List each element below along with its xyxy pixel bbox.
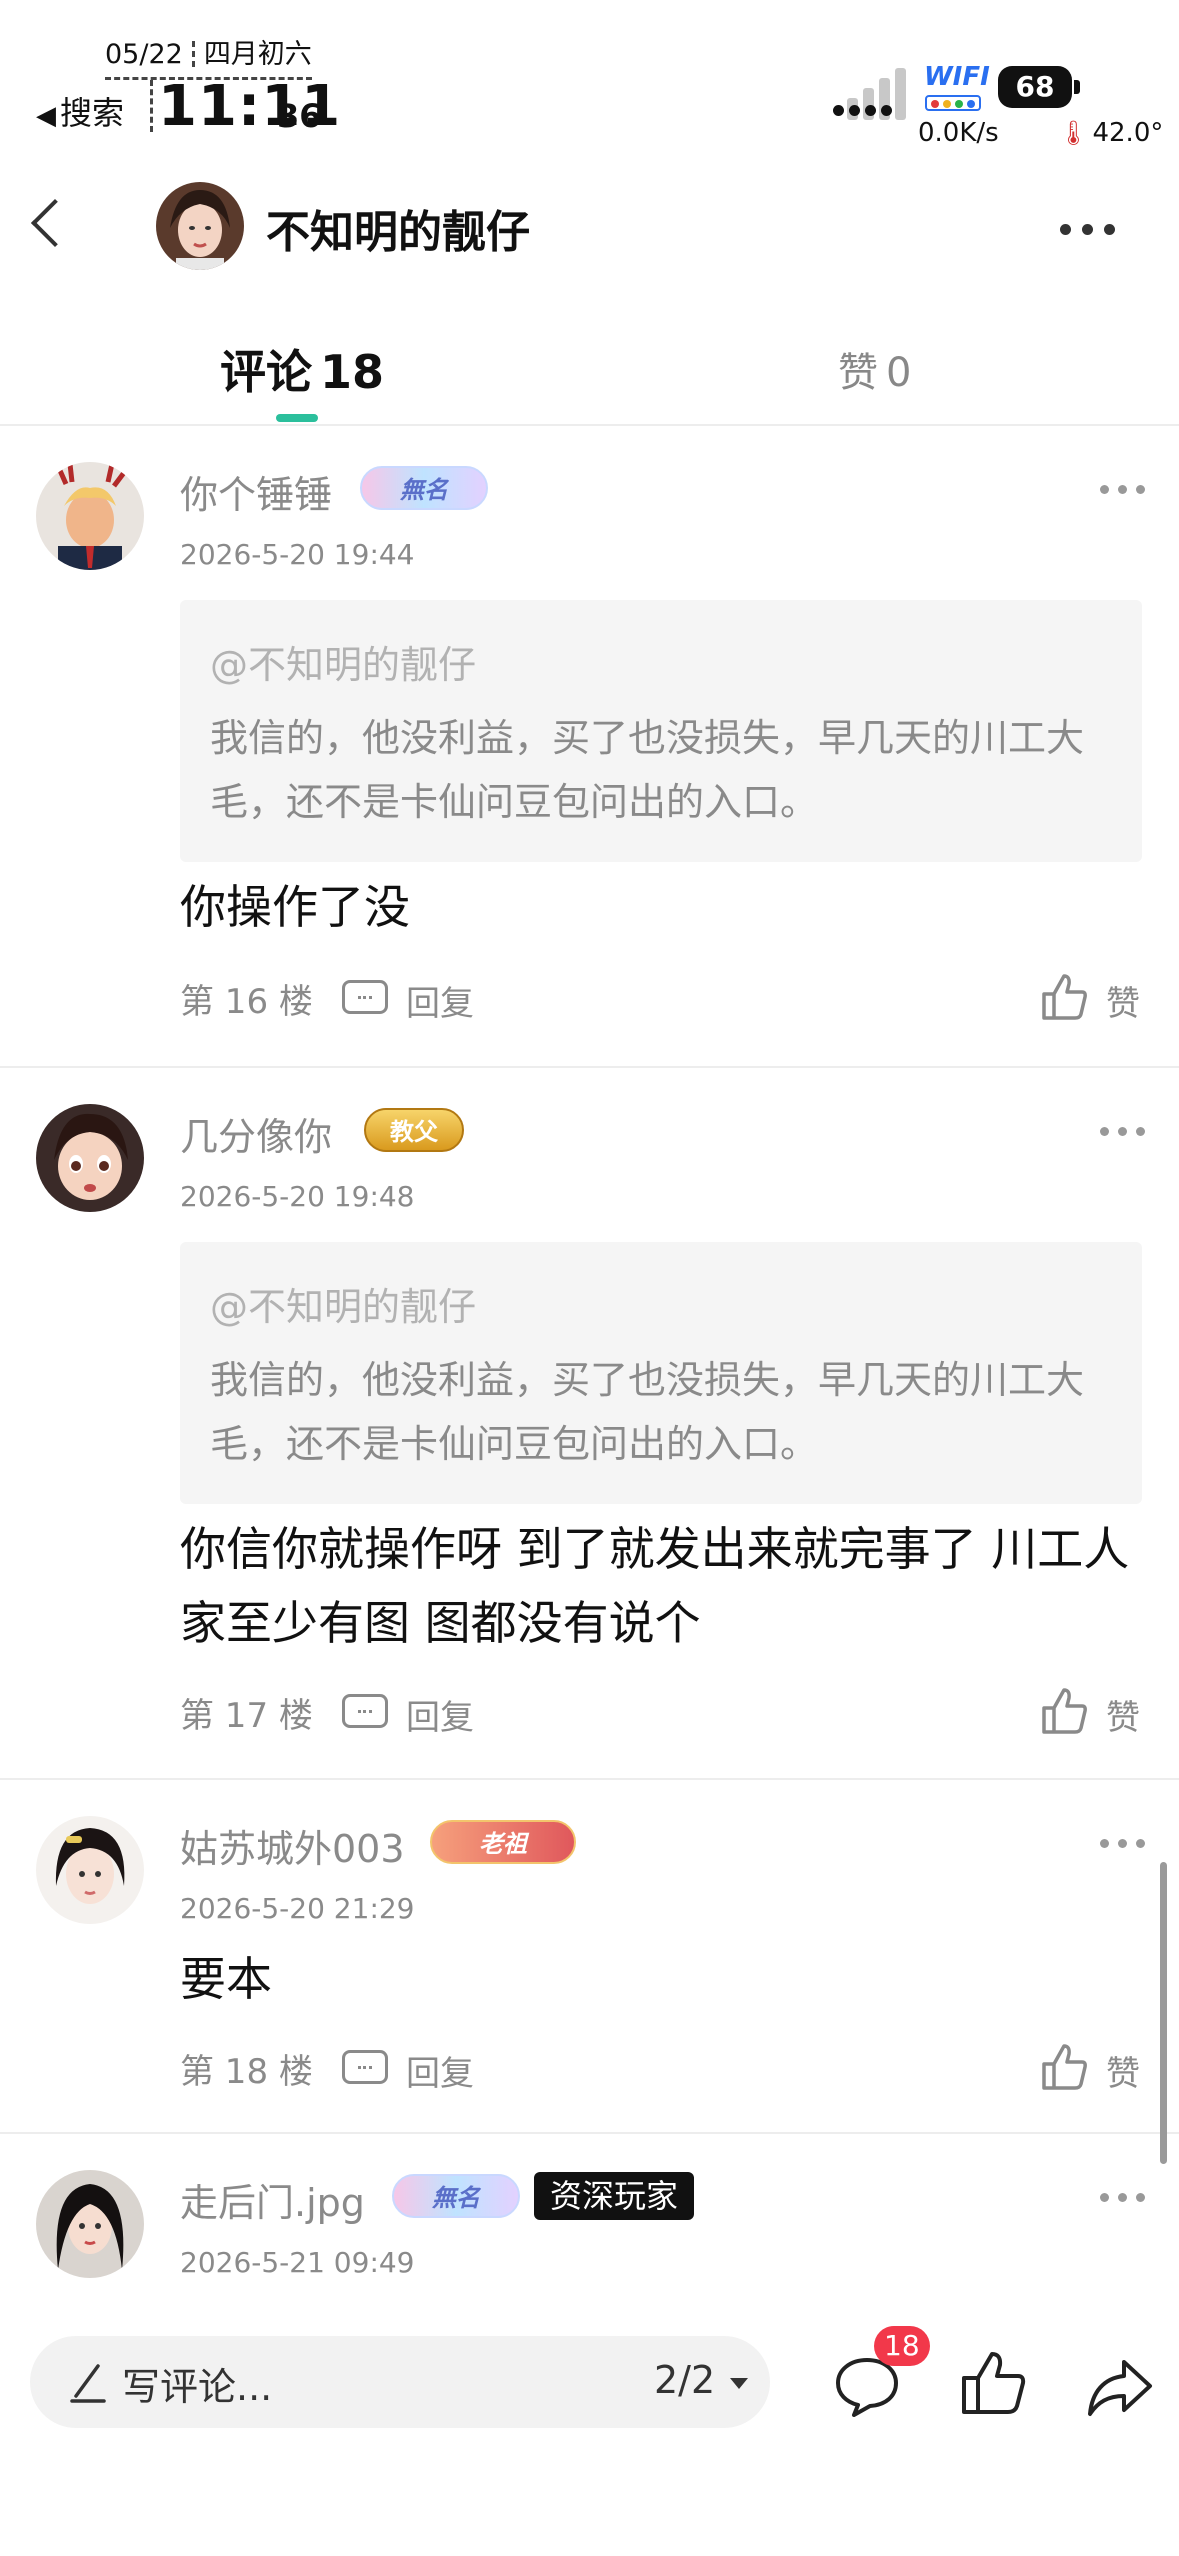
level-badge: 無名 — [392, 2174, 520, 2218]
comment-more-icon[interactable] — [1100, 485, 1146, 495]
comment-input[interactable]: 写评论... 2/2 — [30, 2336, 770, 2428]
reply-icon — [342, 1694, 388, 1728]
tab-comments[interactable]: 评论 18 — [220, 336, 384, 402]
status-seconds: 36 — [277, 97, 322, 135]
page-header: 不知明的靓仔 — [0, 160, 1179, 290]
thumbs-up-icon[interactable] — [958, 2348, 1028, 2418]
comment-item: 姑苏城外003 老祖 2026-5-20 21:29 要本 第 18 楼 回复 … — [0, 1782, 1179, 2134]
page-selector[interactable]: 2/2 — [654, 2358, 715, 2402]
avatar[interactable] — [36, 1816, 144, 1924]
comment-time: 2026-5-20 19:48 — [180, 1180, 415, 1213]
quoted-comment[interactable]: @不知明的靓仔 我信的，他没利益，买了也没损失，早几天的川工大毛，还不是卡仙问豆… — [180, 600, 1142, 862]
quoted-text: 我信的，他没利益，买了也没损失，早几天的川工大毛，还不是卡仙问豆包问出的入口。 — [210, 1358, 1085, 1466]
share-icon[interactable] — [1084, 2352, 1156, 2422]
avatar[interactable] — [36, 462, 144, 570]
like-button[interactable]: 赞 — [1040, 2042, 1144, 2094]
like-button[interactable]: 赞 — [1040, 1686, 1144, 1738]
more-options-icon[interactable] — [1060, 224, 1120, 236]
level-badge: 教父 — [364, 1108, 464, 1152]
pencil-icon — [70, 2364, 106, 2403]
comment-time: 2026-5-21 09:49 — [180, 2246, 415, 2279]
comment-more-icon[interactable] — [1100, 2193, 1146, 2203]
thumbs-up-icon — [1042, 974, 1087, 1020]
quoted-username: @不知明的靓仔 — [210, 643, 477, 687]
comment-more-icon[interactable] — [1100, 1127, 1146, 1137]
signal-icon — [833, 60, 906, 120]
floor-number: 第 18 楼 — [180, 2052, 313, 2092]
username[interactable]: 姑苏城外003 — [180, 1818, 405, 1873]
tab-likes[interactable]: 赞0 — [838, 340, 911, 398]
status-date: 05/22 四月初六 — [105, 32, 312, 80]
back-to-app-link[interactable]: ◀ 搜索 — [36, 88, 124, 134]
tab-bar: 评论 18 赞0 — [0, 300, 1179, 426]
comment-time: 2026-5-20 21:29 — [180, 1892, 415, 1925]
thumbs-up-icon — [1042, 2044, 1087, 2090]
floor-number: 第 17 楼 — [180, 1696, 313, 1736]
quoted-username: @不知明的靓仔 — [210, 1285, 477, 1329]
battery-icon: 68 — [998, 66, 1072, 108]
comment-count-badge: 18 — [874, 2326, 930, 2366]
active-tab-indicator — [276, 414, 318, 422]
back-chevron-icon[interactable] — [30, 198, 80, 248]
comment-text: 你信你就操作呀 到了就发出来就完事了 川工人家至少有图 图都没有说个 — [180, 1522, 1130, 1650]
caret-down-icon[interactable] — [730, 2378, 748, 2389]
thermometer-icon: 🌡 — [1058, 119, 1089, 147]
level-badge: 無名 — [360, 466, 488, 510]
wifi-icon — [925, 95, 981, 111]
comment-text: 要本 — [180, 1952, 272, 2006]
wifi-label: WIFI — [924, 62, 990, 92]
title-tag: 资深玩家 — [534, 2172, 695, 2220]
quoted-comment[interactable]: @不知明的靓仔 我信的，他没利益，买了也没损失，早几天的川工大毛，还不是卡仙问豆… — [180, 1242, 1142, 1504]
bottom-bar: 写评论... 2/2 18 — [0, 2310, 1179, 2556]
status-bar: 05/22 四月初六 ◀ 搜索 11:11 36 WIFI 68 0.0K/s 🌡 4… — [0, 0, 1179, 160]
comment-more-icon[interactable] — [1100, 1839, 1146, 1849]
quoted-text: 我信的，他没利益，买了也没损失，早几天的川工大毛，还不是卡仙问豆包问出的入口。 — [210, 716, 1085, 824]
comment-input-placeholder: 写评论... — [122, 2365, 273, 2409]
comment-item: 几分像你 教父 2026-5-20 19:48 @不知明的靓仔 我信的，他没利益… — [0, 1070, 1179, 1780]
comment-time: 2026-5-20 19:44 — [180, 538, 415, 571]
avatar[interactable] — [36, 2170, 144, 2278]
comment-item: 你个锤锤 無名 2026-5-20 19:44 @不知明的靓仔 我信的，他没利益… — [0, 428, 1179, 1068]
thumbs-up-icon — [1042, 1688, 1087, 1734]
username[interactable]: 几分像你 — [180, 1106, 332, 1161]
username[interactable]: 走后门.jpg — [180, 2172, 365, 2227]
level-badge: 老祖 — [430, 1820, 576, 1864]
page-title: 不知明的靓仔 — [266, 207, 530, 258]
back-triangle-icon: ◀ — [36, 101, 56, 131]
username[interactable]: 你个锤锤 — [180, 464, 332, 519]
reply-icon — [342, 980, 388, 1014]
scrollbar[interactable] — [1160, 1862, 1167, 2164]
comment-item: 走后门.jpg 無名 资深玩家 2026-5-21 09:49 — [0, 2136, 1179, 2306]
network-speed: 0.0K/s — [918, 118, 999, 148]
temperature: 🌡 42.0° — [1058, 118, 1164, 148]
reply-icon — [342, 2050, 388, 2084]
floor-number: 第 16 楼 — [180, 982, 313, 1022]
avatar[interactable] — [36, 1104, 144, 1212]
author-avatar[interactable] — [156, 182, 244, 270]
comment-text: 你操作了没 — [180, 880, 410, 934]
like-button[interactable]: 赞 — [1040, 972, 1144, 1024]
